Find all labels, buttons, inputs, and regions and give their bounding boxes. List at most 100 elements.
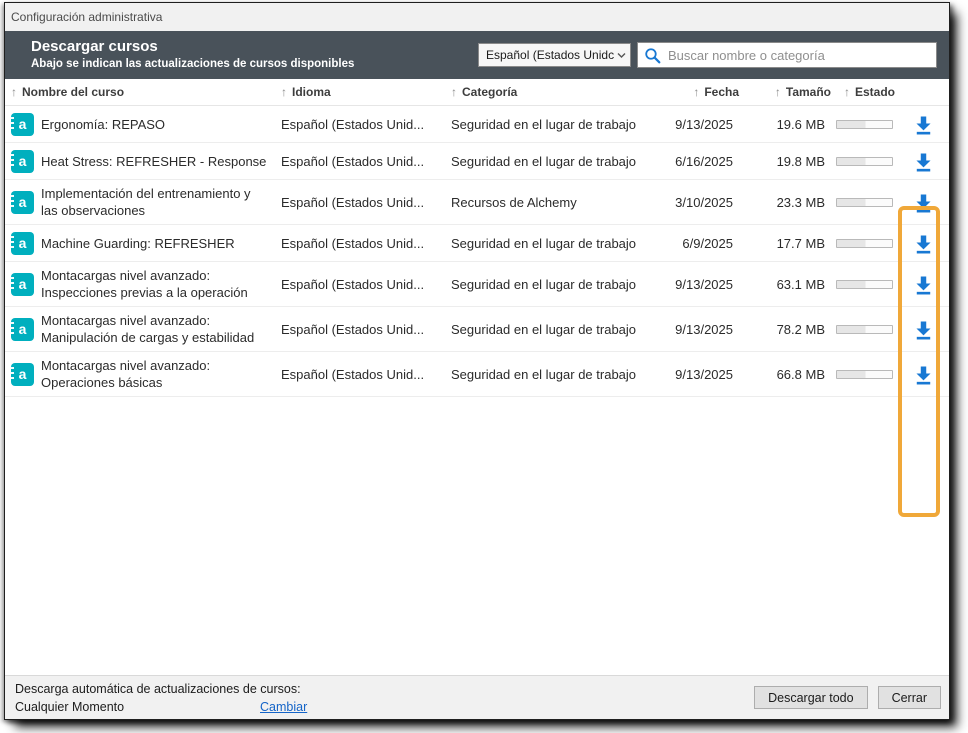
course-app-icon: a [11, 150, 34, 173]
footer-bar: Descarga automática de actualizaciones d… [5, 675, 949, 719]
course-size: 19.8 MB [739, 148, 831, 175]
download-progressbar [836, 120, 893, 129]
course-category: Seguridad en el lugar de trabajo [451, 111, 671, 138]
download-progressbar [836, 198, 893, 207]
course-app-icon: a [11, 363, 34, 386]
download-button[interactable] [911, 190, 936, 215]
page-header: Descargar cursos Abajo se indican las ac… [5, 31, 949, 79]
course-size: 23.3 MB [739, 189, 831, 216]
download-button[interactable] [911, 272, 936, 297]
table-row[interactable]: a Machine Guarding: REFRESHER Español (E… [5, 225, 949, 262]
change-link[interactable]: Cambiar [260, 698, 307, 716]
column-header-status[interactable]: ↑Estado [831, 85, 949, 99]
course-language: Español (Estados Unid... [281, 361, 451, 388]
download-button[interactable] [911, 149, 936, 174]
course-date: 9/13/2025 [671, 316, 739, 343]
column-header-name[interactable]: ↑Nombre del curso [11, 85, 281, 99]
table-row[interactable]: a Ergonomía: REPASO Español (Estados Uni… [5, 106, 949, 143]
auto-download-value: Cualquier Momento [15, 698, 260, 716]
download-icon [913, 319, 934, 340]
course-size: 17.7 MB [739, 230, 831, 257]
language-dropdown-value: Español (Estados Unidc [486, 48, 615, 62]
course-date: 3/10/2025 [671, 189, 739, 216]
course-size: 63.1 MB [739, 271, 831, 298]
search-input[interactable] [668, 48, 930, 63]
column-header-language[interactable]: ↑Idioma [281, 85, 451, 99]
course-app-icon: a [11, 191, 34, 214]
table-header-row: ↑Nombre del curso ↑Idioma ↑Categoría ↑Fe… [5, 79, 949, 106]
download-icon [913, 192, 934, 213]
course-app-icon: a [11, 273, 34, 296]
download-button[interactable] [911, 362, 936, 387]
download-button[interactable] [911, 112, 936, 137]
download-progressbar [836, 280, 893, 289]
page-title: Descargar cursos [31, 38, 354, 57]
course-date: 9/13/2025 [671, 361, 739, 388]
course-category: Seguridad en el lugar de trabajo [451, 271, 671, 298]
admin-settings-window: Configuración administrativa Descargar c… [4, 2, 950, 720]
course-size: 19.6 MB [739, 111, 831, 138]
column-header-category[interactable]: ↑Categoría [451, 85, 671, 99]
column-header-date[interactable]: ↑Fecha [671, 85, 739, 99]
language-dropdown[interactable]: Español (Estados Unidc [478, 43, 631, 67]
course-language: Español (Estados Unid... [281, 148, 451, 175]
course-language: Español (Estados Unid... [281, 230, 451, 257]
course-size: 78.2 MB [739, 316, 831, 343]
course-name: Heat Stress: REFRESHER - Response [41, 148, 281, 175]
course-size: 66.8 MB [739, 361, 831, 388]
course-language: Español (Estados Unid... [281, 316, 451, 343]
course-app-icon: a [11, 113, 34, 136]
course-language: Español (Estados Unid... [281, 189, 451, 216]
course-rows-container: a Ergonomía: REPASO Español (Estados Uni… [5, 106, 949, 397]
course-language: Español (Estados Unid... [281, 271, 451, 298]
course-name: Montacargas nivel avanzado: Inspecciones… [41, 262, 281, 306]
window-title: Configuración administrativa [11, 10, 162, 24]
table-row[interactable]: a Montacargas nivel avanzado: Inspeccion… [5, 262, 949, 307]
page-subtitle: Abajo se indican las actualizaciones de … [31, 57, 354, 71]
table-row[interactable]: a Heat Stress: REFRESHER - Response Espa… [5, 143, 949, 180]
course-category: Seguridad en el lugar de trabajo [451, 361, 671, 388]
download-icon [913, 274, 934, 295]
download-progressbar [836, 325, 893, 334]
course-date: 6/9/2025 [671, 230, 739, 257]
sort-ascending-icon: ↑ [281, 85, 287, 99]
table-row[interactable]: a Implementación del entrenamiento y las… [5, 180, 949, 225]
sort-ascending-icon: ↑ [844, 85, 850, 99]
window-titlebar: Configuración administrativa [5, 3, 949, 31]
chevron-down-icon [617, 52, 626, 59]
download-icon [913, 151, 934, 172]
table-row[interactable]: a Montacargas nivel avanzado: Operacione… [5, 352, 949, 397]
course-category: Recursos de Alchemy [451, 189, 671, 216]
course-date: 9/13/2025 [671, 111, 739, 138]
download-icon [913, 233, 934, 254]
course-name: Montacargas nivel avanzado: Operaciones … [41, 352, 281, 396]
page-header-titles: Descargar cursos Abajo se indican las ac… [31, 38, 354, 71]
download-button[interactable] [911, 317, 936, 342]
course-category: Seguridad en el lugar de trabajo [451, 230, 671, 257]
download-progressbar [836, 239, 893, 248]
download-all-button[interactable]: Descargar todo [754, 686, 867, 709]
course-category: Seguridad en el lugar de trabajo [451, 148, 671, 175]
sort-ascending-icon: ↑ [451, 85, 457, 99]
course-name: Montacargas nivel avanzado: Manipulación… [41, 307, 281, 351]
course-date: 9/13/2025 [671, 271, 739, 298]
course-language: Español (Estados Unid... [281, 111, 451, 138]
download-icon [913, 364, 934, 385]
download-icon [913, 114, 934, 135]
download-progressbar [836, 370, 893, 379]
course-name: Machine Guarding: REFRESHER [41, 230, 281, 257]
download-progressbar [836, 157, 893, 166]
close-button[interactable]: Cerrar [878, 686, 941, 709]
course-app-icon: a [11, 232, 34, 255]
column-header-size[interactable]: ↑Tamaño [739, 85, 831, 99]
sort-ascending-icon: ↑ [693, 85, 699, 99]
search-icon [644, 47, 661, 64]
sort-ascending-icon: ↑ [775, 85, 781, 99]
auto-download-label: Descarga automática de actualizaciones d… [15, 680, 307, 698]
download-button[interactable] [911, 231, 936, 256]
table-row[interactable]: a Montacargas nivel avanzado: Manipulaci… [5, 307, 949, 352]
course-name: Implementación del entrenamiento y las o… [41, 180, 281, 224]
course-name: Ergonomía: REPASO [41, 111, 281, 138]
search-box [637, 42, 937, 68]
sort-ascending-icon: ↑ [11, 85, 17, 99]
